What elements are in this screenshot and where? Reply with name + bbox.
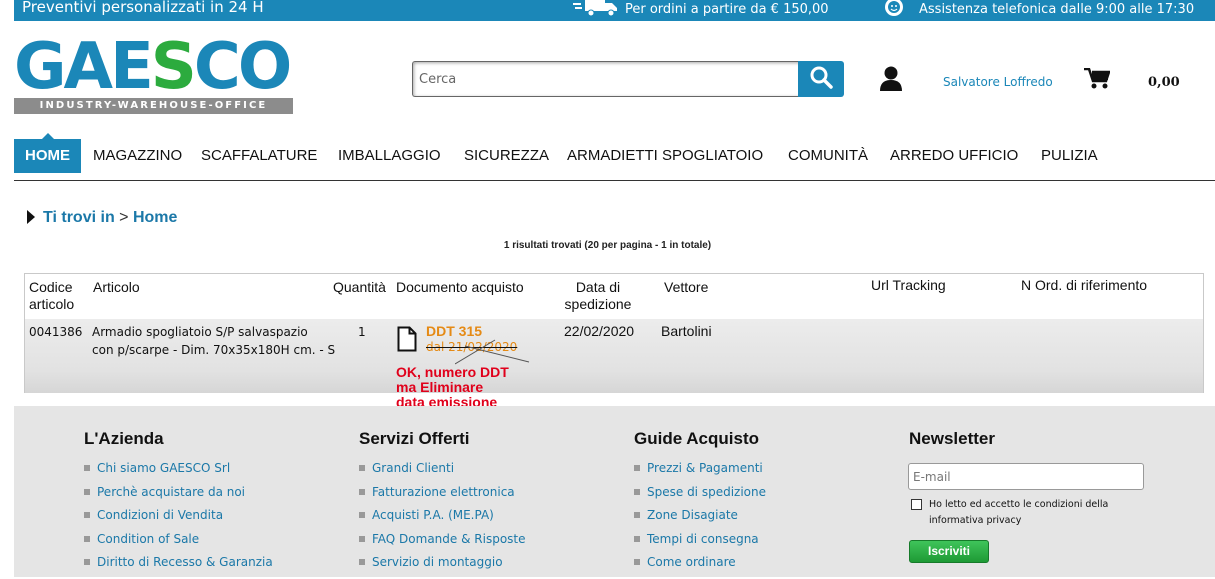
subscribe-button[interactable]: Iscriviti xyxy=(909,540,989,563)
privacy-consent-label: Ho letto ed accetto le condizioni della … xyxy=(929,499,1109,526)
nav-imballaggio[interactable]: IMBALLAGGIO xyxy=(338,139,441,173)
footer-link[interactable]: Condition of Sale xyxy=(84,532,273,556)
footer-link[interactable]: Diritto di Recesso & Garanzia xyxy=(84,555,273,579)
support-headset-icon xyxy=(877,0,911,22)
phone-support-info: Assistenza telefonica dalle 9:00 alle 17… xyxy=(919,2,1195,17)
cell-codice: 0041386 xyxy=(29,325,83,339)
footer-link[interactable]: Condizioni di Vendita xyxy=(84,508,273,532)
document-icon[interactable] xyxy=(397,326,417,357)
footer-link[interactable]: Prezzi & Pagamenti xyxy=(634,461,766,485)
cart-icon[interactable] xyxy=(1084,67,1111,95)
cart-total[interactable]: 0,00 xyxy=(1148,75,1180,90)
footer-link[interactable]: Come ordinare xyxy=(634,555,766,579)
col-n-ord-riferimento: N Ord. di riferimento xyxy=(1021,277,1148,293)
breadcrumb-separator: > xyxy=(119,209,129,226)
main-navigation: HOME MAGAZZINO SCAFFALATURE IMBALLAGGIO … xyxy=(14,133,1215,181)
privacy-checkbox[interactable] xyxy=(911,499,922,510)
gaesco-logo[interactable]: GAESCO INDUSTRY-WAREHOUSE-OFFICE xyxy=(14,32,294,115)
col-articolo: Articolo xyxy=(93,279,140,295)
active-nav-caret xyxy=(42,133,54,139)
truck-icon xyxy=(571,0,621,20)
nav-comunita[interactable]: COMUNITÀ xyxy=(788,139,868,173)
footer-servizi: Servizi Offerti Grandi Clienti Fatturazi… xyxy=(359,429,526,579)
breadcrumb-arrow-icon xyxy=(27,210,35,224)
footer-link[interactable]: Chi siamo GAESCO Srl xyxy=(84,461,273,485)
col-vettore: Vettore xyxy=(664,279,709,295)
footer-guide-title: Guide Acquisto xyxy=(634,429,759,448)
results-count: 1 risultati trovati (20 per pagina - 1 i… xyxy=(503,240,712,251)
tagline: Preventivi personalizzati in 24 H xyxy=(22,0,264,16)
col-data-spedizione: Data di spedizione xyxy=(564,279,632,312)
breadcrumb-home-link[interactable]: Home xyxy=(133,209,177,226)
search-icon xyxy=(809,65,833,94)
search-bar xyxy=(412,61,844,97)
footer-link[interactable]: Tempi di consegna xyxy=(634,532,766,556)
site-footer: L'Azienda Chi siamo GAESCO Srl Perchè ac… xyxy=(14,406,1215,577)
footer-link[interactable]: Perchè acquistare da noi xyxy=(84,485,273,509)
logo-subtitle: INDUSTRY-WAREHOUSE-OFFICE xyxy=(14,98,293,114)
table-header: Codice articolo Articolo Quantità Documen… xyxy=(25,274,1203,319)
footer-azienda-title: L'Azienda xyxy=(84,429,164,448)
footer-azienda: L'Azienda Chi siamo GAESCO Srl Perchè ac… xyxy=(84,429,273,579)
top-info-bar: Preventivi personalizzati in 24 H Per or… xyxy=(14,0,1215,21)
footer-link[interactable]: Servizio di montaggio xyxy=(359,555,526,579)
table-row: 0041386 Armadio spogliatoio S/P salvaspa… xyxy=(25,319,1203,393)
breadcrumb: Ti trovi in > Home xyxy=(27,209,177,227)
col-quantita: Quantità xyxy=(333,279,386,295)
nav-home[interactable]: HOME xyxy=(14,139,81,173)
footer-link[interactable]: Zone Disagiate xyxy=(634,508,766,532)
nav-pulizia[interactable]: PULIZIA xyxy=(1041,139,1098,173)
newsletter-email-input[interactable] xyxy=(908,463,1144,490)
col-documento-acquisto: Documento acquisto xyxy=(396,279,524,295)
breadcrumb-prefix: Ti trovi in xyxy=(43,209,115,226)
col-url-tracking: Url Tracking xyxy=(871,277,946,293)
footer-newsletter-title: Newsletter xyxy=(909,429,995,448)
annotation-note: OK, numero DDT ma Eliminare data emissione xyxy=(396,364,509,410)
user-name-link[interactable]: Salvatore Loffredo xyxy=(943,75,1053,89)
footer-link[interactable]: Spese di spedizione xyxy=(634,485,766,509)
cell-articolo: Armadio spogliatoio S/P salvaspazio con p… xyxy=(92,325,336,357)
cell-vettore: Bartolini xyxy=(661,323,712,339)
shipping-info: Per ordini a partire da € 150,00 xyxy=(625,2,829,17)
nav-scaffalature[interactable]: SCAFFALATURE xyxy=(201,139,317,173)
footer-link[interactable]: Grandi Clienti xyxy=(359,461,526,485)
footer-newsletter: Newsletter xyxy=(909,429,995,461)
search-input[interactable] xyxy=(412,61,802,97)
cell-quantita: 1 xyxy=(358,325,366,339)
footer-guide: Guide Acquisto Prezzi & Pagamenti Spese … xyxy=(634,429,766,579)
nav-arredo-ufficio[interactable]: ARREDO UFFICIO xyxy=(890,139,1018,173)
nav-sicurezza[interactable]: SICUREZZA xyxy=(464,139,549,173)
footer-link[interactable]: Fatturazione elettronica xyxy=(359,485,526,509)
user-icon[interactable] xyxy=(879,66,903,97)
cell-data-spedizione: 22/02/2020 xyxy=(564,323,635,339)
footer-link[interactable]: FAQ Domande & Risposte xyxy=(359,532,526,556)
orders-table: Codice articolo Articolo Quantità Documen… xyxy=(24,273,1204,393)
footer-servizi-title: Servizi Offerti xyxy=(359,429,470,448)
col-codice-articolo: Codice articolo xyxy=(29,279,75,312)
footer-link[interactable]: Acquisti P.A. (ME.PA) xyxy=(359,508,526,532)
search-button[interactable] xyxy=(798,61,844,97)
nav-magazzino[interactable]: MAGAZZINO xyxy=(93,139,182,173)
logo-wordmark: GAESCO xyxy=(14,30,292,104)
nav-armadietti-spogliatoio[interactable]: ARMADIETTI SPOGLIATOIO xyxy=(567,139,763,173)
